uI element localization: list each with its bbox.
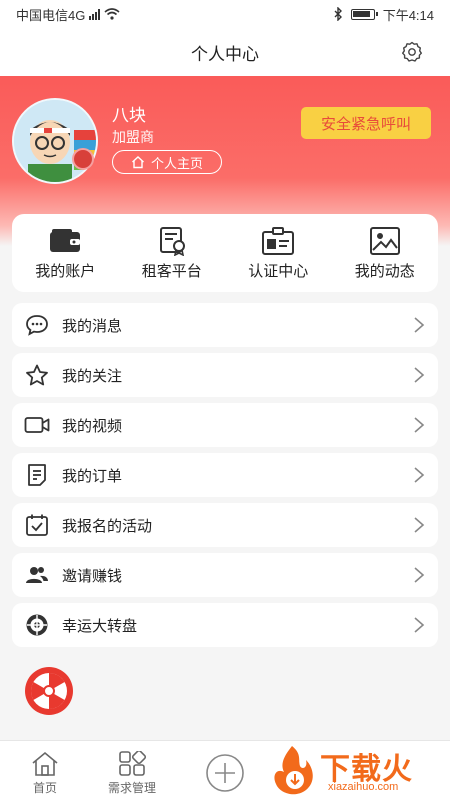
homepage-button[interactable]: 个人主页 [112, 150, 222, 174]
chevron-right-icon [414, 567, 425, 583]
floating-wheel-icon[interactable] [24, 666, 74, 716]
user-name: 八块 [112, 106, 146, 125]
page-title: 个人中心 [191, 44, 259, 64]
message-icon [26, 315, 48, 336]
menu-label: 我的消息 [62, 317, 123, 335]
tab-home[interactable]: 首页 [30, 751, 60, 796]
carrier-label: 中国电信4G [16, 7, 86, 23]
menu-item-lucky-wheel[interactable]: 幸运大转盘 [12, 603, 438, 647]
chevron-right-icon [414, 517, 425, 533]
menu-label: 邀请赚钱 [62, 567, 123, 585]
gear-icon[interactable] [400, 40, 424, 64]
homepage-label: 个人主页 [150, 155, 203, 171]
menu-label: 我的视频 [62, 417, 123, 435]
quick-action-moments[interactable]: 我的动态 [332, 214, 439, 292]
chevron-right-icon [414, 617, 425, 633]
chevron-right-icon [414, 417, 425, 433]
menu-item-invite[interactable]: 邀请赚钱 [12, 553, 438, 597]
wheel-icon [26, 614, 48, 636]
menu-item-videos[interactable]: 我的视频 [12, 403, 438, 447]
watermark-domain: xiazaihuo.com [328, 781, 399, 793]
chevron-right-icon [414, 317, 425, 333]
quick-action-tenant-platform[interactable]: 租客平台 [119, 214, 226, 292]
user-role: 加盟商 [112, 129, 154, 145]
tab-demand-management[interactable]: 需求管理 [108, 751, 156, 796]
home-icon [132, 156, 144, 169]
menu-label: 我报名的活动 [62, 517, 153, 535]
status-time: 下午4:14 [382, 7, 434, 23]
plus-icon [206, 754, 244, 792]
order-icon [28, 464, 46, 486]
menu-list: 我的消息 我的关注 我的视频 我的订单 我报名的活动 邀请赚钱 幸运大转盘 [12, 303, 438, 653]
menu-label: 我的订单 [62, 467, 123, 485]
menu-label: 我的关注 [62, 367, 123, 385]
signal-icon [89, 8, 101, 20]
menu-item-messages[interactable]: 我的消息 [12, 303, 438, 347]
quick-actions-panel: 我的账户 租客平台 认证中心 我的动态 [12, 214, 438, 292]
calendar-check-icon [26, 514, 48, 536]
menu-item-activities[interactable]: 我报名的活动 [12, 503, 438, 547]
home-icon [32, 751, 58, 776]
battery-icon [350, 8, 378, 20]
star-icon [26, 364, 48, 386]
avatar-badge [72, 148, 94, 170]
wallet-icon [50, 229, 81, 252]
quick-action-certification[interactable]: 认证中心 [225, 214, 332, 292]
status-bar: 中国电信4G 下午4:14 [0, 0, 450, 28]
video-icon [24, 417, 50, 433]
certificate-icon [159, 227, 185, 256]
tab-add[interactable] [205, 753, 245, 793]
menu-label: 幸运大转盘 [62, 617, 138, 635]
avatar-cartoon-icon [14, 100, 96, 182]
chevron-right-icon [414, 367, 425, 383]
bluetooth-icon [334, 7, 342, 21]
picture-icon [369, 227, 400, 255]
id-card-icon [262, 227, 295, 255]
avatar[interactable] [12, 98, 98, 184]
title-bar: 个人中心 [0, 28, 450, 76]
wifi-icon [104, 8, 120, 20]
emergency-call-button[interactable]: 安全紧急呼叫 [301, 107, 431, 139]
chevron-right-icon [414, 467, 425, 483]
quick-action-account[interactable]: 我的账户 [12, 214, 119, 292]
grid-icon [119, 751, 147, 776]
users-icon [26, 567, 48, 583]
menu-item-follows[interactable]: 我的关注 [12, 353, 438, 397]
menu-item-orders[interactable]: 我的订单 [12, 453, 438, 497]
